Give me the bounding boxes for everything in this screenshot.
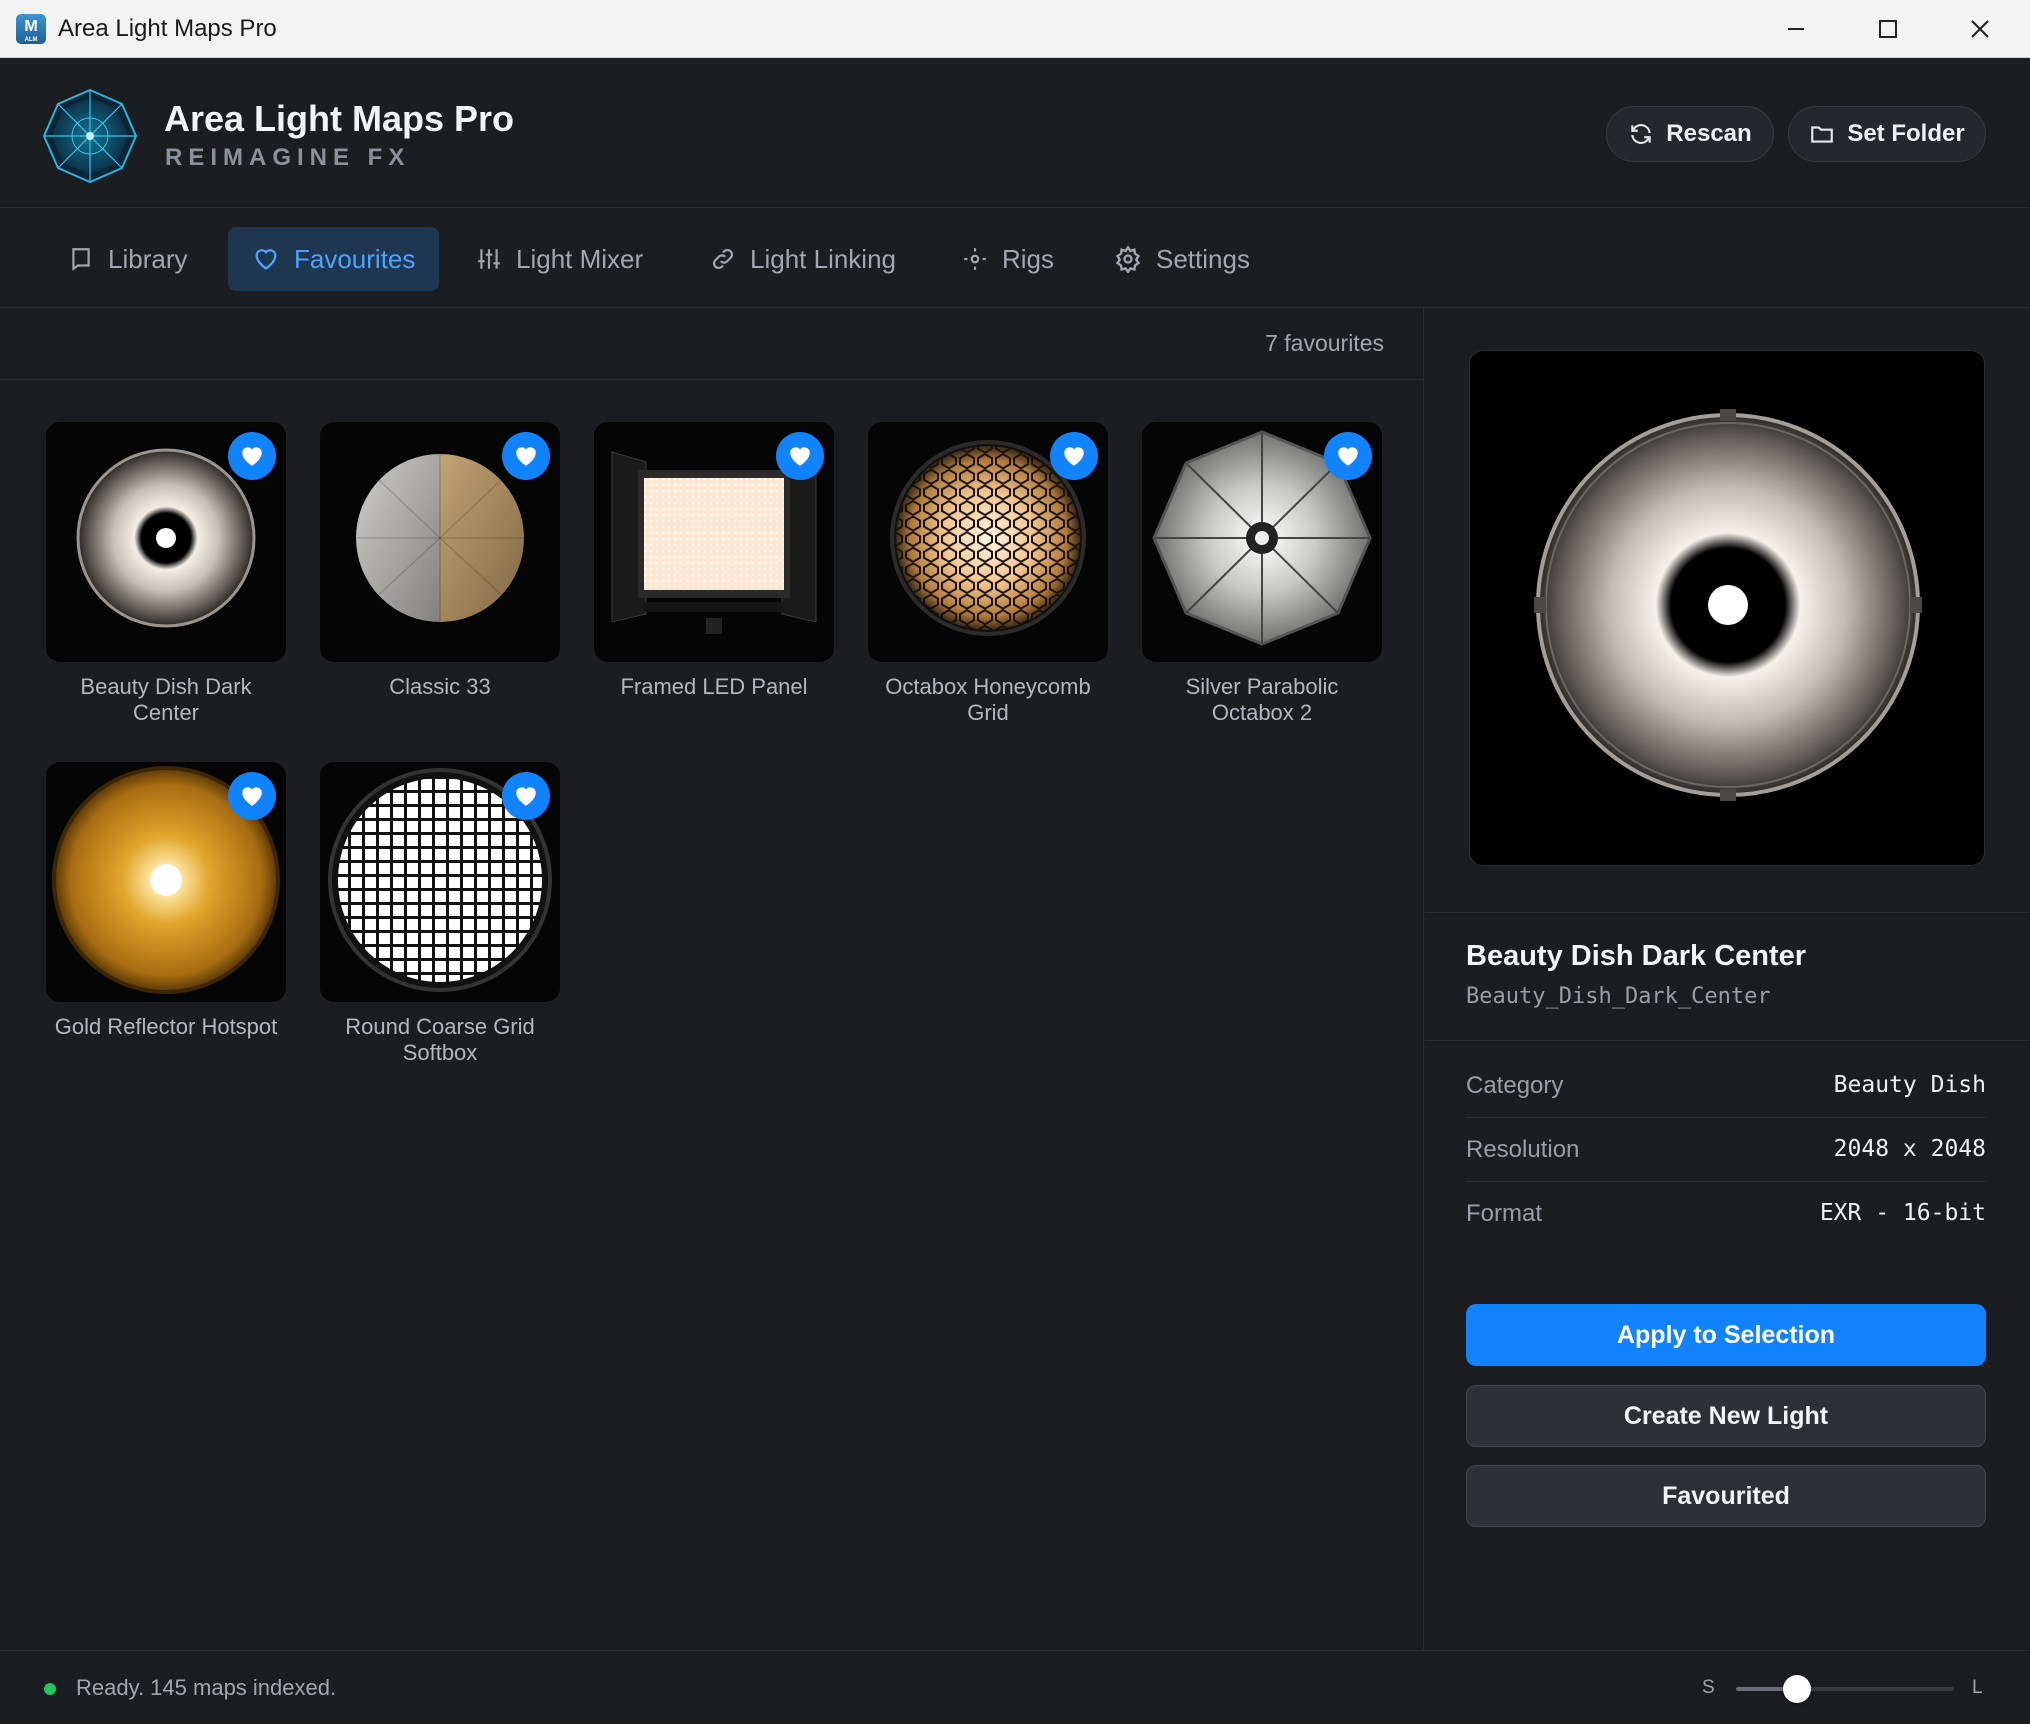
favourites-count: 7 favourites xyxy=(1265,330,1384,356)
details-panel: Beauty Dish Dark Center Beauty_Dish_Dark… xyxy=(1425,308,2030,1650)
heart-filled-icon xyxy=(790,447,810,466)
preview-image xyxy=(1469,350,1985,866)
size-small-label: S xyxy=(1702,1677,1715,1698)
status-indicator xyxy=(44,1683,56,1695)
create-new-light-button[interactable]: Create New Light xyxy=(1466,1385,1986,1447)
light-map-card[interactable]: Framed LED Panel xyxy=(594,422,834,700)
light-map-card[interactable]: Classic 33 xyxy=(320,422,560,700)
property-key: Category xyxy=(1466,1072,1564,1099)
tab-light-linking[interactable]: Light Linking xyxy=(686,227,920,291)
favourite-toggle[interactable] xyxy=(502,432,550,480)
light-map-name: Round Coarse Grid Softbox xyxy=(345,1014,535,1065)
apply-to-selection-button[interactable]: Apply to Selection xyxy=(1466,1304,1986,1366)
maximize-button[interactable] xyxy=(1842,0,1934,58)
sun-icon xyxy=(964,248,986,270)
status-text: Ready. 145 maps indexed. xyxy=(76,1675,337,1700)
rescan-button[interactable]: Rescan xyxy=(1606,106,1774,162)
heart-filled-icon xyxy=(242,447,262,466)
tab-settings[interactable]: Settings xyxy=(1090,227,1274,291)
light-map-card[interactable]: Silver Parabolic Octabox 2 xyxy=(1142,422,1382,726)
light-map-name: Framed LED Panel xyxy=(620,674,808,699)
light-map-card[interactable]: Gold Reflector Hotspot xyxy=(46,762,286,1040)
property-value: EXR - 16-bit xyxy=(1819,1200,1986,1226)
heart-icon xyxy=(255,249,277,270)
selected-map-name: Beauty Dish Dark Center xyxy=(1466,940,1807,972)
light-map-thumbnail xyxy=(320,422,560,662)
favourite-toggle[interactable] xyxy=(1050,432,1098,480)
heart-filled-icon xyxy=(242,787,262,806)
property-key: Format xyxy=(1466,1200,1543,1227)
light-map-thumbnail xyxy=(320,762,560,1002)
light-map-card[interactable]: Beauty Dish Dark Center xyxy=(46,422,286,726)
tab-bar: Library Favourites Light Mixer Light Lin… xyxy=(0,209,2030,308)
light-map-name: Classic 33 xyxy=(389,674,491,699)
divider xyxy=(1425,1040,2030,1041)
favourite-toggle[interactable] xyxy=(228,432,276,480)
slider-handle[interactable] xyxy=(1783,1675,1812,1703)
light-map-thumbnail xyxy=(868,422,1108,662)
property-row-format: Format EXR - 16-bit xyxy=(1466,1182,1986,1246)
folder-icon xyxy=(1811,126,1834,143)
light-map-thumbnail xyxy=(594,422,834,662)
bookmark-icon xyxy=(72,248,90,271)
selected-map-filename: Beauty_Dish_Dark_Center xyxy=(1466,984,1771,1009)
results-toolbar: 7 favourites xyxy=(0,308,1424,380)
light-map-card[interactable]: Octabox Honeycomb Grid xyxy=(868,422,1108,726)
light-map-name: Octabox Honeycomb Grid xyxy=(885,674,1091,725)
light-map-name: Silver Parabolic Octabox 2 xyxy=(1185,674,1339,725)
tab-library[interactable]: Library xyxy=(44,227,211,291)
close-icon xyxy=(1971,20,1989,38)
app-header: Area Light Maps Pro REIMAGINE FX Rescan … xyxy=(0,58,2030,208)
light-map-name: Beauty Dish Dark Center xyxy=(80,674,252,725)
logo-icon xyxy=(42,88,138,184)
status-bar: Ready. 145 maps indexed. S L xyxy=(0,1650,2030,1724)
divider xyxy=(1425,912,2030,913)
gear-icon xyxy=(1115,245,1141,273)
light-map-thumbnail xyxy=(46,422,286,662)
favourite-toggle[interactable] xyxy=(228,772,276,820)
link-icon xyxy=(713,249,733,269)
window-title: Area Light Maps Pro xyxy=(58,15,277,42)
tab-favourites[interactable]: Favourites xyxy=(228,227,440,291)
property-value: 2048 x 2048 xyxy=(1833,1136,1986,1162)
tab-rigs[interactable]: Rigs xyxy=(938,227,1078,291)
light-map-card[interactable]: Round Coarse Grid Softbox xyxy=(320,762,560,1066)
light-map-name: Gold Reflector Hotspot xyxy=(54,1014,278,1039)
favourite-toggle[interactable] xyxy=(502,772,550,820)
favourited-button[interactable]: Favourited xyxy=(1466,1465,1986,1527)
light-map-thumbnail xyxy=(46,762,286,1002)
sliders-icon xyxy=(478,249,500,269)
property-row-category: Category Beauty Dish xyxy=(1466,1054,1986,1118)
size-large-label: L xyxy=(1972,1677,1983,1698)
heart-filled-icon xyxy=(516,787,536,806)
maximize-icon xyxy=(1879,20,1897,38)
property-row-resolution: Resolution 2048 x 2048 xyxy=(1466,1118,1986,1182)
favourite-toggle[interactable] xyxy=(1324,432,1372,480)
favourites-grid-area: 7 favourites Beauty Dish Dark Center Cla… xyxy=(0,308,1424,1650)
refresh-icon xyxy=(1631,124,1652,144)
favourite-toggle[interactable] xyxy=(776,432,824,480)
heart-filled-icon xyxy=(1338,447,1358,466)
window-titlebar: M ALM Area Light Maps Pro xyxy=(0,0,2030,58)
tab-light-mixer[interactable]: Light Mixer xyxy=(452,227,667,291)
brand-subtitle: REIMAGINE FX xyxy=(165,144,411,171)
light-map-thumbnail xyxy=(1142,422,1382,662)
minimize-icon xyxy=(1788,28,1804,30)
heart-filled-icon xyxy=(516,447,536,466)
property-key: Resolution xyxy=(1466,1136,1580,1163)
app-icon: M ALM xyxy=(16,14,46,44)
thumbnail-size-slider[interactable] xyxy=(1736,1687,1954,1691)
close-button[interactable] xyxy=(1934,0,2026,58)
brand-title: Area Light Maps Pro xyxy=(164,98,515,139)
set-folder-button[interactable]: Set Folder xyxy=(1788,106,1986,162)
property-value: Beauty Dish xyxy=(1833,1072,1986,1098)
heart-filled-icon xyxy=(1064,447,1084,466)
minimize-button[interactable] xyxy=(1750,0,1842,58)
